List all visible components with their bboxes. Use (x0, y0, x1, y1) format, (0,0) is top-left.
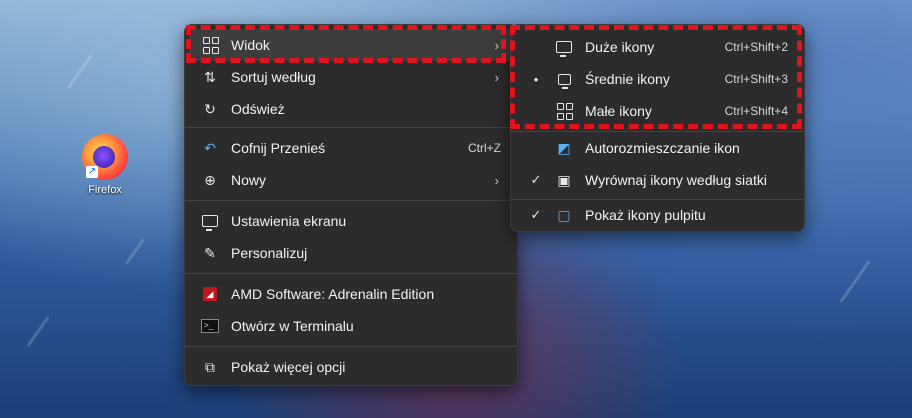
amd-icon: ◢ (201, 285, 219, 303)
menu-item-view[interactable]: Widok › (189, 29, 513, 61)
brush-icon: ✎ (204, 244, 216, 261)
shortcut-text: Ctrl+Shift+4 (724, 104, 788, 118)
monitor-icon (555, 38, 573, 57)
menu-item-label: Pokaż więcej opcji (231, 359, 346, 375)
menu-item-sort-by[interactable]: ⇅ Sortuj według › (189, 61, 513, 93)
plus-circle-icon: ⊕ (204, 171, 216, 188)
monitor-small-icon (555, 70, 573, 89)
sort-icon: ⇅ (204, 68, 216, 85)
menu-item-label: Nowy (231, 172, 267, 188)
refresh-icon: ↻ (204, 100, 216, 117)
menu-separator (185, 200, 517, 201)
shortcut-text: Ctrl+Shift+2 (724, 40, 788, 54)
view-submenu: Duże ikony Ctrl+Shift+2 • Średnie ikony … (510, 24, 805, 232)
show-desktop-icons-icon: ▢ (557, 206, 571, 223)
submenu-item-show-desktop-icons[interactable]: ✓ ▢ Pokaż ikony pulpitu (515, 199, 800, 231)
submenu-item-label: Duże ikony (585, 39, 655, 55)
auto-arrange-icon: ◩ (557, 139, 571, 156)
terminal-icon: >_ (201, 317, 219, 335)
menu-item-undo-move[interactable]: ↶ Cofnij Przenieś Ctrl+Z (189, 132, 513, 164)
submenu-item-medium-icons[interactable]: • Średnie ikony Ctrl+Shift+3 (515, 63, 800, 95)
menu-item-label: Cofnij Przenieś (231, 140, 326, 156)
undo-icon: ↶ (204, 139, 216, 156)
shortcut-arrow-icon: ↗ (86, 166, 98, 178)
menu-item-amd-software[interactable]: ◢ AMD Software: Adrenalin Edition (189, 278, 513, 310)
wallpaper-streak (26, 315, 50, 348)
submenu-item-large-icons[interactable]: Duże ikony Ctrl+Shift+2 (515, 31, 800, 63)
menu-item-label: Personalizuj (231, 245, 308, 261)
submenu-item-label: Wyrównaj ikony według siatki (585, 172, 767, 188)
menu-item-label: Otwórz w Terminalu (231, 318, 354, 334)
menu-item-label: Odśwież (231, 101, 285, 117)
menu-item-new[interactable]: ⊕ Nowy › (189, 164, 513, 196)
menu-item-label: AMD Software: Adrenalin Edition (231, 286, 435, 302)
desktop-icon-label: Firefox (88, 184, 122, 196)
submenu-item-auto-arrange[interactable]: ◩ Autorozmieszczanie ikon (515, 132, 800, 164)
desktop-context-menu: Widok › ⇅ Sortuj według › ↻ Odśwież ↶ Co… (184, 24, 518, 386)
grid-small-icon (555, 102, 573, 120)
wallpaper-streak (125, 238, 145, 265)
checkmark-icon: ✓ (530, 172, 542, 187)
menu-item-show-more-options[interactable]: ⧉ Pokaż więcej opcji (189, 351, 513, 383)
menu-item-personalize[interactable]: ✎ Personalizuj (189, 237, 513, 269)
shortcut-text: Ctrl+Shift+3 (724, 72, 788, 86)
checkmark-icon: ✓ (530, 207, 542, 222)
view-grid-icon (201, 36, 219, 54)
menu-separator (185, 273, 517, 274)
submenu-item-label: Małe ikony (585, 103, 652, 119)
submenu-item-label: Pokaż ikony pulpitu (585, 207, 706, 223)
menu-item-open-terminal[interactable]: >_ Otwórz w Terminalu (189, 310, 513, 342)
firefox-icon: ↗ (82, 134, 128, 180)
menu-separator (185, 346, 517, 347)
display-settings-icon (201, 212, 219, 231)
menu-item-label: Ustawienia ekranu (231, 213, 347, 229)
share-icon: ⧉ (205, 358, 215, 375)
chevron-right-icon: › (494, 37, 499, 53)
submenu-item-align-to-grid[interactable]: ✓ ▣ Wyrównaj ikony według siatki (515, 164, 800, 196)
submenu-item-label: Autorozmieszczanie ikon (585, 140, 740, 156)
menu-item-display-settings[interactable]: Ustawienia ekranu (189, 205, 513, 237)
menu-item-label: Widok (231, 37, 270, 53)
menu-item-refresh[interactable]: ↻ Odśwież (189, 93, 513, 125)
chevron-right-icon: › (494, 172, 499, 188)
submenu-item-label: Średnie ikony (585, 71, 670, 87)
menu-separator (185, 127, 517, 128)
shortcut-text: Ctrl+Z (468, 141, 501, 155)
desktop-icon-firefox[interactable]: ↗ Firefox (76, 134, 134, 196)
chevron-right-icon: › (494, 69, 499, 85)
wallpaper-streak (839, 260, 871, 303)
align-grid-icon: ▣ (557, 171, 571, 188)
submenu-item-small-icons[interactable]: Małe ikony Ctrl+Shift+4 (515, 95, 800, 127)
menu-item-label: Sortuj według (231, 69, 316, 85)
selection-dot-icon: • (533, 71, 539, 87)
wallpaper-streak (67, 54, 93, 89)
